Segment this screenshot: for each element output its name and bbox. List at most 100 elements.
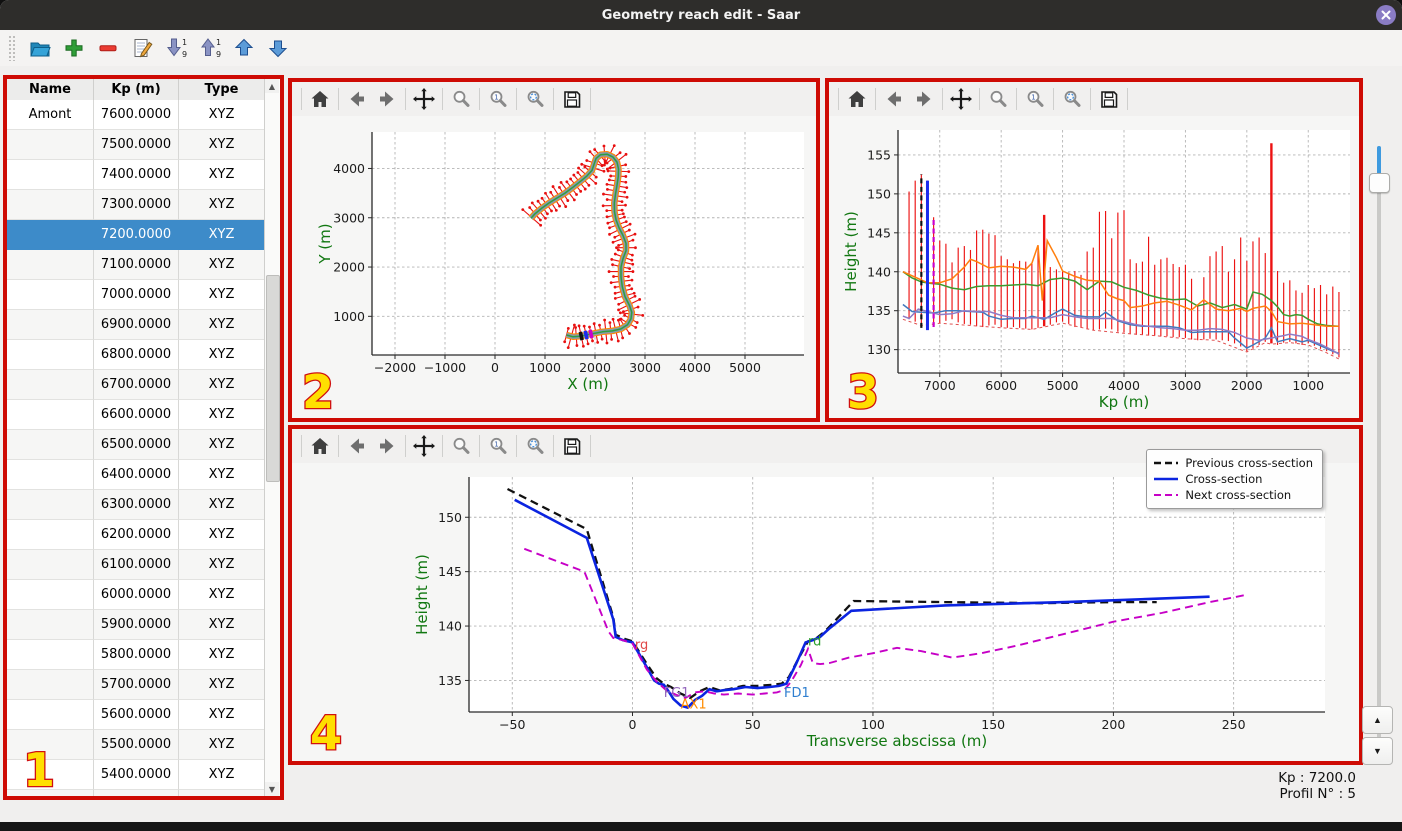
table-row[interactable]: 7400.0000 XYZ xyxy=(7,160,265,190)
table-row[interactable]: 5300.0000XYZ xyxy=(7,790,265,796)
remove-icon[interactable] xyxy=(93,33,123,63)
table-row[interactable]: 5900.0000 XYZ xyxy=(7,610,265,640)
longitudinal-plot[interactable]: 7000 6000 5000 4000 3000 2000 1000 130 135 140 145… xyxy=(829,116,1359,418)
pan-icon[interactable] xyxy=(946,85,976,113)
table-row[interactable]: 6700.0000 XYZ xyxy=(7,370,265,400)
column-header-type[interactable]: Type xyxy=(179,79,265,100)
home-icon[interactable] xyxy=(842,85,872,113)
zoom-region-icon[interactable] xyxy=(520,85,550,113)
close-button[interactable] xyxy=(1376,5,1396,25)
table-row[interactable]: 7500.0000 XYZ xyxy=(7,130,265,160)
svg-text:1: 1 xyxy=(216,38,221,47)
zoom-one-icon[interactable]: 1 xyxy=(1020,85,1050,113)
table-row[interactable]: 6100.0000 XYZ xyxy=(7,550,265,580)
table-cell-name xyxy=(7,280,94,310)
table-row[interactable]: 5500.0000 XYZ xyxy=(7,730,265,760)
svg-text:1: 1 xyxy=(494,93,498,101)
table-row[interactable]: 6200.0000 XYZ xyxy=(7,520,265,550)
column-header-name[interactable]: Name xyxy=(7,79,94,100)
save-icon[interactable] xyxy=(1094,85,1124,113)
table-row[interactable]: 7000.0000 XYZ xyxy=(7,280,265,310)
svg-text:250: 250 xyxy=(1222,717,1246,732)
scrollbar-thumb[interactable] xyxy=(266,275,280,482)
zoom-one-icon[interactable]: 1 xyxy=(483,85,513,113)
scroll-down-icon[interactable]: ▼ xyxy=(265,782,279,796)
svg-text:100: 100 xyxy=(861,717,885,732)
table-row[interactable]: 7200.0000 XYZ xyxy=(7,220,265,250)
table-cell-type: XYZ xyxy=(179,160,265,190)
forward-icon[interactable] xyxy=(372,85,402,113)
plan-view-panel: 1 −2000 −1000 0 1000 2000 3000 4000 5000 1000 200… xyxy=(288,78,820,422)
back-icon[interactable] xyxy=(879,85,909,113)
home-icon[interactable] xyxy=(305,85,335,113)
legend-item-next: Next cross-section xyxy=(1154,487,1313,503)
plan-view-plot[interactable]: −2000 −1000 0 1000 2000 3000 4000 5000 1000 2000 3… xyxy=(292,116,816,418)
zoom-icon[interactable] xyxy=(446,432,476,460)
scroll-up-icon[interactable]: ▲ xyxy=(265,79,279,93)
table-cell-kp: 6000.0000 xyxy=(94,580,179,610)
svg-text:130: 130 xyxy=(867,342,891,357)
svg-text:0: 0 xyxy=(491,360,499,375)
table-row[interactable]: 6300.0000 XYZ xyxy=(7,490,265,520)
table-row[interactable]: 7300.0000 XYZ xyxy=(7,190,265,220)
table-row[interactable]: 6500.0000 XYZ xyxy=(7,430,265,460)
window-bottom-edge xyxy=(0,822,1402,831)
open-icon[interactable] xyxy=(25,33,55,63)
svg-text:3000: 3000 xyxy=(333,210,365,225)
save-icon[interactable] xyxy=(557,432,587,460)
pan-icon[interactable] xyxy=(409,432,439,460)
zoom-icon[interactable] xyxy=(446,85,476,113)
table-row[interactable]: 5600.0000 XYZ xyxy=(7,700,265,730)
add-icon[interactable] xyxy=(59,33,89,63)
table-row[interactable]: 6800.0000 XYZ xyxy=(7,340,265,370)
save-icon[interactable] xyxy=(557,85,587,113)
toolbar-drag-handle[interactable] xyxy=(8,35,15,61)
forward-icon[interactable] xyxy=(372,432,402,460)
table-cell-name xyxy=(7,790,94,796)
table-cell-kp: 7600.0000 xyxy=(94,100,179,130)
back-icon[interactable] xyxy=(342,432,372,460)
table-cell-type: XYZ xyxy=(179,370,265,400)
table-cell-name xyxy=(7,250,94,280)
svg-text:150: 150 xyxy=(438,510,462,525)
table-row[interactable]: 6400.0000 XYZ xyxy=(7,460,265,490)
zoom-region-icon[interactable] xyxy=(520,432,550,460)
table-cell-type: XYZ xyxy=(179,220,265,250)
table-cell-kp: 6100.0000 xyxy=(94,550,179,580)
table-row[interactable]: 6000.0000 XYZ xyxy=(7,580,265,610)
toolbar-separator xyxy=(1127,88,1128,110)
toolbar-separator xyxy=(442,435,443,457)
table-row[interactable]: 6600.0000 XYZ xyxy=(7,400,265,430)
previous-profile-button[interactable]: ▲ xyxy=(1362,706,1393,734)
table-row[interactable]: 7100.0000 XYZ xyxy=(7,250,265,280)
table-row[interactable]: 5400.0000 XYZ xyxy=(7,760,265,790)
column-header-kp[interactable]: Kp (m) xyxy=(94,79,179,100)
next-profile-button[interactable]: ▼ xyxy=(1362,737,1393,765)
profile-slider-track[interactable] xyxy=(1377,146,1381,764)
back-icon[interactable] xyxy=(342,85,372,113)
profile-slider-handle[interactable] xyxy=(1369,173,1390,193)
zoom-icon[interactable] xyxy=(983,85,1013,113)
table-row[interactable]: 5800.0000 XYZ xyxy=(7,640,265,670)
toolbar-separator xyxy=(553,435,554,457)
sort-ascending-icon[interactable]: 19 xyxy=(161,33,191,63)
sort-descending-icon[interactable]: 19 xyxy=(195,33,225,63)
zoom-one-icon[interactable]: 1 xyxy=(483,432,513,460)
table-header: Name Kp (m) Type xyxy=(7,79,280,101)
table-scrollbar[interactable]: ▲ ▼ xyxy=(264,79,280,796)
forward-icon[interactable] xyxy=(909,85,939,113)
pan-icon[interactable] xyxy=(409,85,439,113)
toolbar-separator xyxy=(479,88,480,110)
table-row[interactable]: 5700.0000 XYZ xyxy=(7,670,265,700)
table-cell-name: Amont xyxy=(7,100,94,130)
zoom-region-icon[interactable] xyxy=(1057,85,1087,113)
edit-icon[interactable] xyxy=(127,33,157,63)
move-up-icon[interactable] xyxy=(229,33,259,63)
table-row[interactable]: Amont 7600.0000 XYZ xyxy=(7,100,265,130)
svg-text:140: 140 xyxy=(867,264,891,279)
titlebar[interactable]: Geometry reach edit - Saar xyxy=(0,0,1402,30)
home-icon[interactable] xyxy=(305,432,335,460)
move-down-icon[interactable] xyxy=(263,33,293,63)
table-cell-type: XYZ xyxy=(179,340,265,370)
table-row[interactable]: 6900.0000 XYZ xyxy=(7,310,265,340)
